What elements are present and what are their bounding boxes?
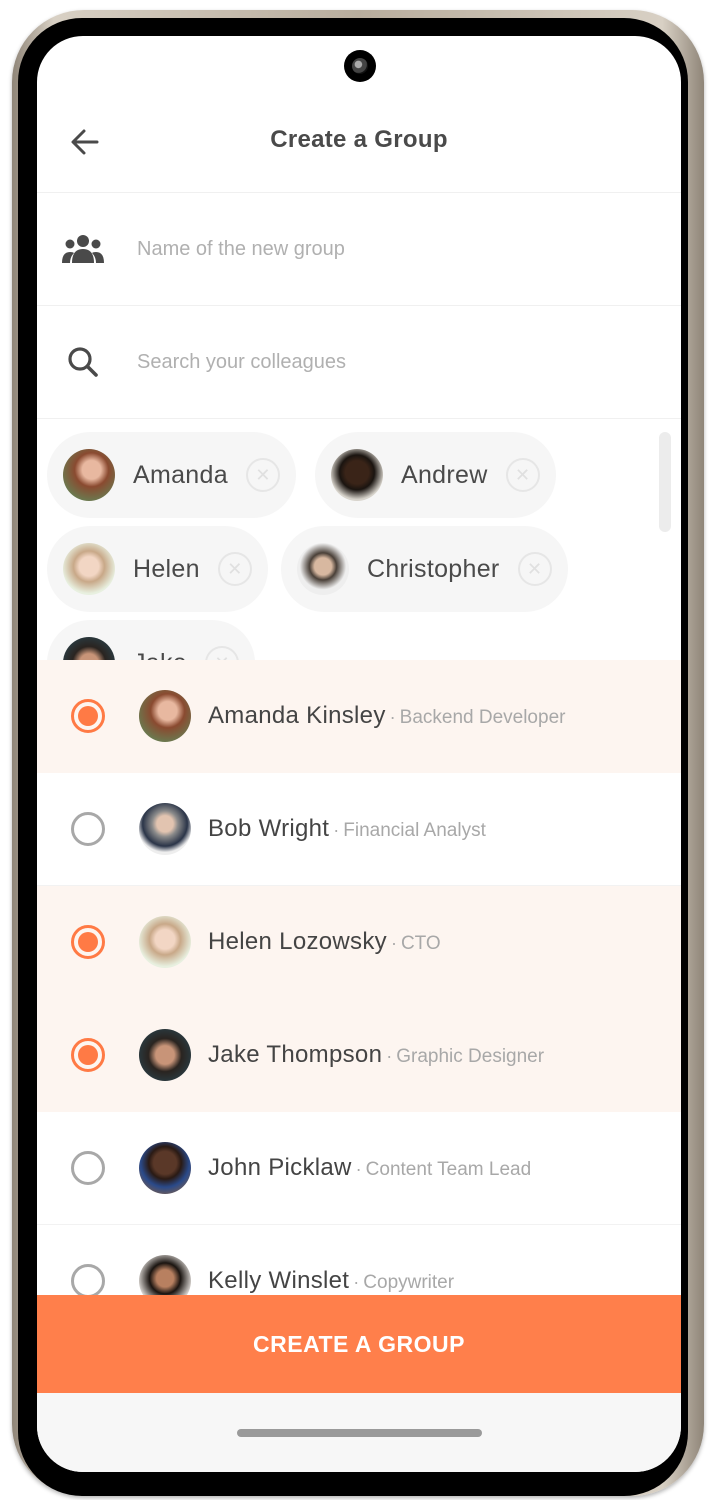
front-camera bbox=[344, 50, 376, 82]
chip-jake[interactable]: Jake ✕ bbox=[47, 620, 256, 661]
avatar bbox=[139, 690, 191, 742]
person-role: Copywriter bbox=[363, 1272, 455, 1293]
person-role: Financial Analyst bbox=[343, 820, 486, 841]
colleague-list: Amanda Kinsley · Backend Developer Bob Wri… bbox=[37, 660, 681, 1296]
separator: · bbox=[353, 1272, 360, 1292]
chip-label: Christopher bbox=[367, 554, 500, 583]
separator: · bbox=[386, 1046, 393, 1066]
search-row bbox=[37, 306, 681, 419]
person-name: Bob Wright bbox=[208, 815, 330, 842]
close-circle-icon[interactable]: ✕ bbox=[205, 646, 240, 660]
separator: · bbox=[390, 933, 397, 953]
create-group-button[interactable]: CREATE A GROUP bbox=[37, 1295, 681, 1393]
chip-amanda[interactable]: Amanda ✕ bbox=[47, 432, 296, 518]
group-name-input[interactable] bbox=[137, 229, 637, 269]
radio-unchecked-icon[interactable] bbox=[71, 812, 105, 846]
home-indicator[interactable] bbox=[237, 1429, 482, 1437]
search-icon bbox=[61, 342, 105, 382]
screen: Create a Group Amanda ✕ bbox=[37, 36, 681, 1472]
chip-andrew[interactable]: Andrew ✕ bbox=[315, 432, 556, 518]
search-input[interactable] bbox=[137, 342, 637, 382]
list-item[interactable]: Bob Wright · Financial Analyst bbox=[37, 773, 681, 886]
chip-helen[interactable]: Helen ✕ bbox=[47, 526, 268, 612]
list-item[interactable]: John Picklaw · Content Team Lead bbox=[37, 1112, 681, 1225]
page-title: Create a Group bbox=[270, 126, 448, 153]
list-item[interactable]: Jake Thompson · Graphic Designer bbox=[37, 999, 681, 1112]
radio-unchecked-icon[interactable] bbox=[71, 1151, 105, 1185]
person-name: Helen Lozowsky bbox=[208, 928, 387, 955]
radio-checked-icon[interactable] bbox=[71, 925, 105, 959]
person-role: Content Team Lead bbox=[365, 1159, 532, 1180]
group-icon bbox=[61, 229, 105, 269]
avatar bbox=[139, 803, 191, 855]
selected-chips: Amanda ✕ Andrew ✕ Helen ✕ Christopher ✕ … bbox=[37, 420, 681, 660]
chip-label: Amanda bbox=[133, 460, 228, 489]
close-circle-icon[interactable]: ✕ bbox=[517, 552, 552, 586]
person-name: Jake Thompson bbox=[208, 1041, 383, 1068]
avatar bbox=[139, 916, 191, 968]
close-circle-icon[interactable]: ✕ bbox=[217, 552, 252, 586]
avatar bbox=[63, 543, 115, 595]
radio-checked-icon[interactable] bbox=[71, 1038, 105, 1072]
person-name: Kelly Winslet bbox=[208, 1267, 350, 1294]
radio-unchecked-icon[interactable] bbox=[71, 1264, 105, 1296]
system-nav-bar bbox=[37, 1393, 681, 1472]
chips-scrollbar[interactable] bbox=[659, 432, 671, 532]
chip-label: Jake bbox=[133, 649, 187, 661]
avatar bbox=[297, 543, 349, 595]
person-role: Backend Developer bbox=[399, 707, 566, 728]
chip-label: Helen bbox=[133, 554, 200, 583]
person-name: John Picklaw bbox=[208, 1154, 352, 1181]
person-role: Graphic Designer bbox=[396, 1046, 545, 1067]
avatar bbox=[331, 449, 383, 501]
separator: · bbox=[333, 820, 340, 840]
radio-checked-icon[interactable] bbox=[71, 699, 105, 733]
group-name-row bbox=[37, 193, 681, 306]
list-item[interactable]: Helen Lozowsky · CTO bbox=[37, 886, 681, 999]
avatar bbox=[63, 637, 115, 660]
close-circle-icon[interactable]: ✕ bbox=[245, 458, 280, 492]
chip-label: Andrew bbox=[401, 460, 488, 489]
list-item[interactable]: Kelly Winslet · Copywriter bbox=[37, 1225, 681, 1296]
close-circle-icon[interactable]: ✕ bbox=[505, 458, 540, 492]
list-item[interactable]: Amanda Kinsley · Backend Developer bbox=[37, 660, 681, 773]
person-name: Amanda Kinsley bbox=[208, 702, 386, 729]
chip-christopher[interactable]: Christopher ✕ bbox=[281, 526, 568, 612]
avatar bbox=[139, 1142, 191, 1194]
avatar bbox=[139, 1029, 191, 1081]
avatar bbox=[63, 449, 115, 501]
person-role: CTO bbox=[400, 933, 441, 954]
avatar bbox=[139, 1255, 191, 1296]
separator: · bbox=[355, 1159, 362, 1179]
separator: · bbox=[389, 707, 396, 727]
